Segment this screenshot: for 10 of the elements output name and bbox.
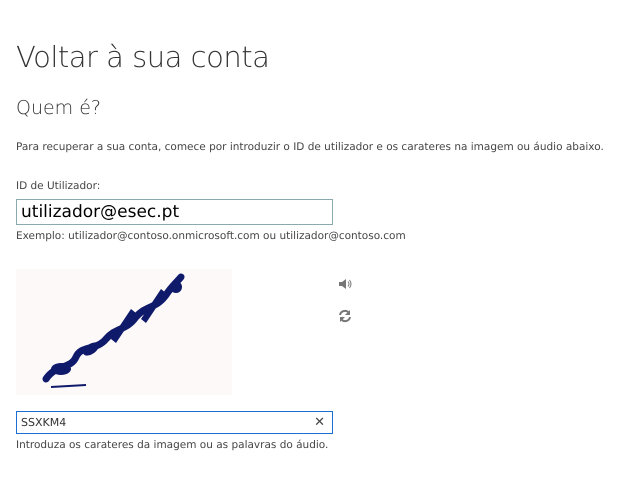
hint-text: Introduza os carateres da imagem ou as palavras do áudio.: [16, 438, 330, 453]
section-heading: Quem é?: [16, 96, 102, 120]
page-title: Voltar à sua conta: [16, 40, 270, 75]
field-label: ID de Utilizador:: [16, 179, 102, 194]
user-id-field[interactable]: utilizador@esec.pt: [16, 199, 333, 226]
speaker-icon[interactable]: [338, 276, 352, 291]
instructions-text: Para recuperar a sua conta, comece por introduzir o ID de utilizador e os carateres na imagem ou áudio abaixo.: [16, 140, 605, 155]
refresh-icon[interactable]: [338, 308, 352, 323]
example-text: Exemplo: utilizador@contoso.onmicrosoft.com ou utilizador@contoso.com: [16, 229, 407, 244]
clear-button[interactable]: ✕: [312, 416, 327, 429]
